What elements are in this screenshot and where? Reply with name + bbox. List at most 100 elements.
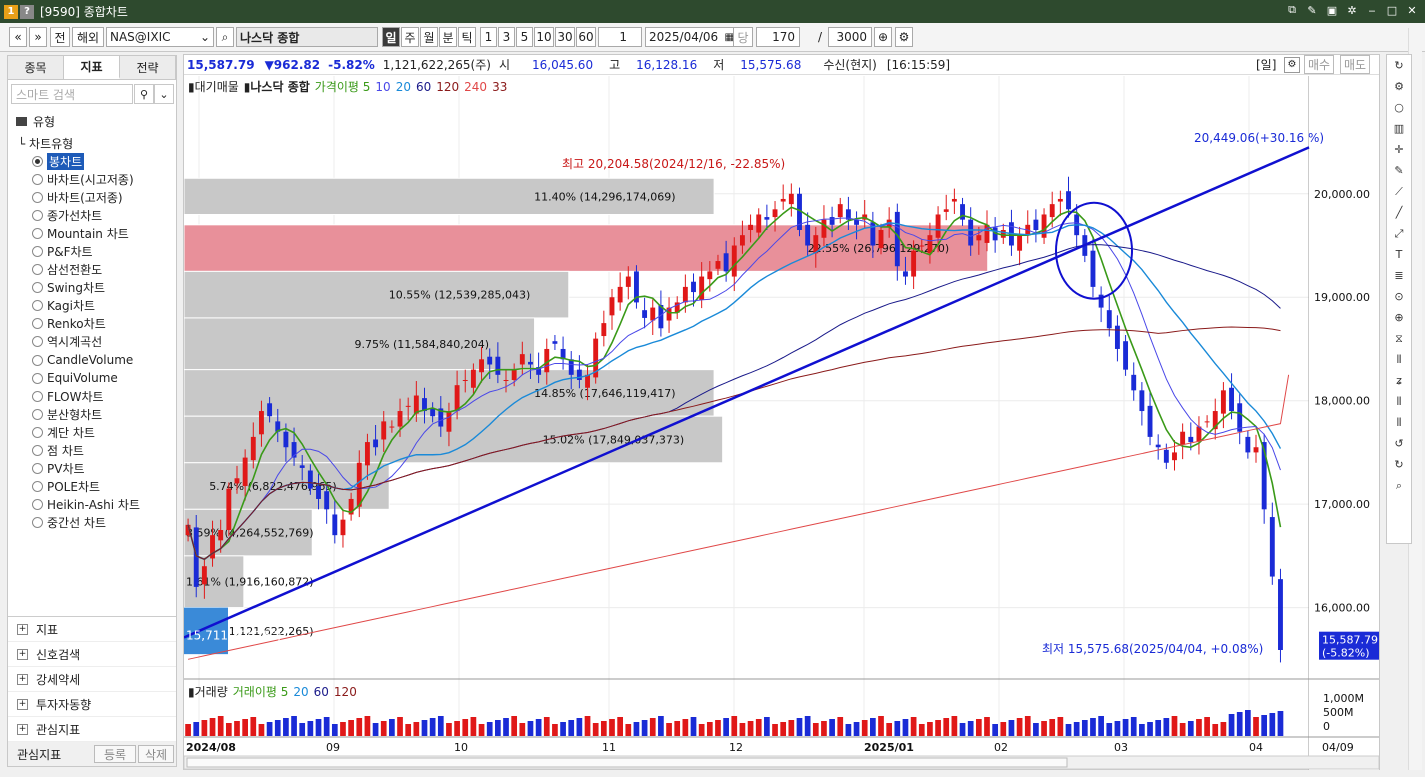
cycle-icon[interactable]: ⧖ [1387,328,1411,349]
num-60[interactable]: 60 [576,27,596,47]
period-day[interactable]: 일 [382,27,400,47]
radio-icon[interactable] [32,372,43,384]
zoom-icon[interactable]: ⊕ [874,27,892,47]
price-chart[interactable]: 11.40% (14,296,174,069)22.55% (26,796,12… [184,76,1379,770]
num-10[interactable]: 10 [534,27,554,47]
gear-icon[interactable]: ⚙ [895,27,913,47]
settings-icon[interactable]: ⚙ [1387,76,1411,97]
find-icon[interactable]: ⌕ [1387,475,1411,496]
num-5[interactable]: 5 [516,27,533,47]
chart-type-option[interactable]: 점 차트 [32,442,140,460]
radio-icon[interactable] [32,227,43,239]
next-button[interactable]: » [29,27,47,47]
period-minute[interactable]: 분 [439,27,457,47]
folder-type[interactable]: 유형 [16,113,55,130]
total-input[interactable]: 3000 [828,27,872,47]
radio-icon[interactable] [32,191,43,203]
chart-type-option[interactable]: POLE차트 [32,478,140,496]
chart-type-option[interactable]: 삼선전환도 [32,261,140,279]
channel-icon[interactable]: ⫴ [1387,349,1411,370]
chart-type-option[interactable]: Renko차트 [32,315,140,333]
expand-plus-icon[interactable]: + [17,723,28,735]
radio-icon[interactable] [32,246,43,258]
chart-type-option[interactable]: PV차트 [32,460,140,478]
maximize-icon[interactable]: □ [1385,3,1399,17]
chart-type-option[interactable]: 봉차트 [32,152,140,170]
chart-type-option[interactable]: 분산형차트 [32,405,140,423]
tab-indicator[interactable]: 지표 [64,56,120,79]
buy-button[interactable]: 매수 [1304,55,1335,74]
chart-settings-icon[interactable]: ⚙ [1284,56,1300,73]
radio-icon[interactable] [32,336,43,348]
pen-icon[interactable]: ✎ [1387,160,1411,181]
edit-icon[interactable]: ✎ [1305,3,1319,17]
refresh-icon[interactable]: ↻ [1387,55,1411,76]
num-30[interactable]: 30 [555,27,575,47]
radio-icon[interactable] [32,354,43,366]
zigzag-icon[interactable]: ʑ [1387,370,1411,391]
count-input[interactable]: 170 [756,27,800,47]
tab-stock[interactable]: 종목 [8,56,64,79]
smart-search-input[interactable]: 스마트 검색 [11,84,133,104]
chart-area[interactable]: 15,587.79 ▼962.82 -5.82% 1,121,622,265(주… [183,54,1380,770]
fibonacci-icon[interactable]: ≣ [1387,265,1411,286]
num-3[interactable]: 3 [498,27,515,47]
chart-type-option[interactable]: Swing차트 [32,279,140,297]
radio-icon[interactable] [32,445,43,457]
redo-icon[interactable]: ↻ [1387,454,1411,475]
expand-plus-icon[interactable]: + [17,623,28,635]
chart-type-option[interactable]: 바차트(고저종) [32,188,140,206]
tree-chart-type[interactable]: └ 차트유형 [18,135,73,152]
chart-type-option[interactable]: 역시계곡선 [32,333,140,351]
settings-icon[interactable]: ✲ [1345,3,1359,17]
magnify-icon[interactable]: ⊙ [1387,286,1411,307]
link-icon[interactable]: ⧉ [1285,3,1299,17]
symbol-input[interactable]: NAS@IXIC ⌄ [106,27,214,47]
expand-icon[interactable]: ⌄ [154,84,174,104]
chart-type-option[interactable]: 종가선차트 [32,206,140,224]
chart-icon[interactable]: ▥ [1387,118,1411,139]
tree-item[interactable]: + 관심지표 [8,717,176,742]
radio-icon[interactable] [32,517,43,529]
chart-type-option[interactable]: EquiVolume [32,369,140,387]
crosshair-icon[interactable]: ✛ [1387,139,1411,160]
num-1[interactable]: 1 [480,27,497,47]
radio-icon[interactable] [32,155,43,167]
sell-button[interactable]: 매도 [1340,55,1371,74]
circle-icon[interactable]: ○ [1387,97,1411,118]
grid-icon[interactable]: ⦀ [1387,412,1411,433]
chart-type-option[interactable]: Mountain 차트 [32,224,140,242]
all-button[interactable]: 전 [50,27,70,47]
tree-item[interactable]: + 강세약세 [8,667,176,692]
trend-line-icon[interactable]: ╱ [1387,202,1411,223]
chevron-down-icon[interactable]: ⌄ [200,30,210,44]
radio-icon[interactable] [32,390,43,402]
chart-type-option[interactable]: CandleVolume [32,351,140,369]
expand-plus-icon[interactable]: + [17,698,28,710]
dang-button[interactable]: 당 [733,27,753,47]
radio-icon[interactable] [32,426,43,438]
date-input[interactable]: 2025/04/06 ▦ [645,27,738,47]
tree-item[interactable]: + 신호검색 [8,642,176,667]
radio-icon[interactable] [32,408,43,420]
expand-plus-icon[interactable]: + [17,648,28,660]
camera-icon[interactable]: ▣ [1325,3,1339,17]
line-icon[interactable]: ⟋ [1387,181,1411,202]
help-icon[interactable]: ? [20,4,34,19]
auto-line-icon[interactable]: ⤢ [1387,223,1411,244]
chart-type-option[interactable]: 바차트(시고저종) [32,170,140,188]
search-icon[interactable]: ⚲ [134,84,154,104]
chart-type-option[interactable]: FLOW차트 [32,387,140,405]
close-icon[interactable]: ✕ [1405,3,1419,17]
radio-icon[interactable] [32,481,43,493]
radio-icon[interactable] [32,300,43,312]
radio-icon[interactable] [32,264,43,276]
chart-type-option[interactable]: 계단 차트 [32,423,140,441]
radio-icon[interactable] [32,499,43,511]
tree-item[interactable]: + 지표 [8,617,176,642]
undo-icon[interactable]: ↺ [1387,433,1411,454]
radio-icon[interactable] [32,463,43,475]
delete-button[interactable]: 삭제 [138,745,174,763]
period-tick[interactable]: 틱 [458,27,476,47]
expand-plus-icon[interactable]: + [17,673,28,685]
